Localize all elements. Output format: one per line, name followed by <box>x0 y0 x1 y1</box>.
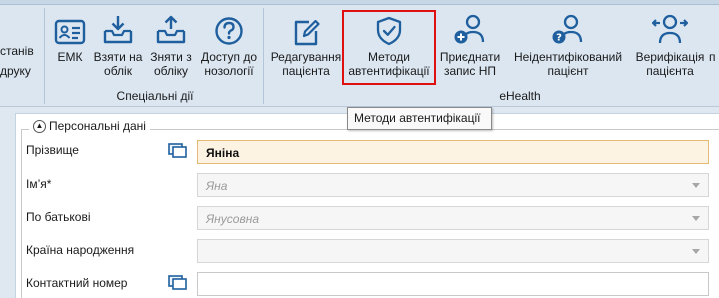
copy-icon <box>168 142 187 161</box>
ribbon-top-border <box>0 0 719 5</box>
chevron-down-icon <box>692 183 700 188</box>
inbox-download-icon <box>102 14 134 46</box>
personal-data-legend[interactable]: ▲ Персональні дані <box>29 119 150 133</box>
birth-country-label: Країна народження <box>26 243 135 257</box>
first-name-label: Ім’я* <box>26 177 52 191</box>
deregister-button[interactable]: Зняти з обліку <box>145 10 197 78</box>
user-arrows-icon <box>652 12 688 46</box>
personal-data-title: Персональні дані <box>49 119 146 133</box>
birth-country-select[interactable] <box>197 239 709 263</box>
contact-number-label: Контактний номер <box>26 276 128 290</box>
group-label-special: Спеціальні дії <box>116 89 194 103</box>
deregister-button-label: Зняти з обліку <box>150 50 192 78</box>
nosology-access-button-label: Доступ до нозології <box>200 50 258 78</box>
register-button-label: Взяти на облік <box>93 50 143 78</box>
inbox-upload-icon <box>155 14 187 46</box>
highlight-box <box>342 10 436 85</box>
contact-number-input[interactable] <box>197 272 709 296</box>
copy-icon <box>168 274 187 293</box>
verify-patient-button-label: Верифікація пацієнта <box>635 50 705 78</box>
edit-patient-button-label: Редагування пацієнта <box>270 50 342 78</box>
contact-number-copy-button[interactable] <box>168 274 187 293</box>
nosology-access-button[interactable]: Доступ до нозології <box>198 10 260 78</box>
emk-button-label: ЕМК <box>57 50 83 64</box>
edit-patient-button[interactable]: Редагування пацієнта <box>268 10 344 78</box>
svg-text:?: ? <box>556 33 562 44</box>
attach-record-button-label: Приєднати запис НП <box>439 50 501 78</box>
first-name-value: Яна <box>206 179 228 193</box>
patronymic-value: Янусовна <box>206 212 259 226</box>
edit-icon <box>292 16 320 46</box>
user-plus-icon <box>453 12 487 46</box>
ribbon-edge-label-bottom[interactable]: друку <box>0 64 31 78</box>
emk-button[interactable]: ЕМК <box>50 10 90 64</box>
chevron-down-icon <box>692 216 700 221</box>
ribbon-separator <box>263 8 264 104</box>
patronymic-label: По батькові <box>26 210 91 224</box>
next-ribbon-button-partial[interactable]: п <box>709 10 719 64</box>
user-question-icon: ? <box>551 12 585 46</box>
first-name-select[interactable]: Яна <box>197 173 709 197</box>
verify-patient-button[interactable]: Верифікація пацієнта <box>632 10 708 78</box>
ribbon-toolbar: станів друку ЕМК Взяти на облік Зняти з … <box>0 0 719 107</box>
ribbon-separator <box>44 8 45 104</box>
surname-input[interactable]: Яніна <box>197 140 709 164</box>
tooltip: Методи автентифікації <box>347 107 492 130</box>
attach-record-button[interactable]: Приєднати запис НП <box>436 10 504 78</box>
group-label-ehealth: eHealth <box>499 89 541 103</box>
question-circle-icon <box>214 16 244 46</box>
patronymic-select[interactable]: Янусовна <box>197 206 709 230</box>
unidentified-patient-button[interactable]: ? Неідентифікований пацієнт <box>506 10 630 78</box>
ribbon-edge-label-top[interactable]: станів <box>0 44 34 58</box>
register-button[interactable]: Взяти на облік <box>92 10 144 78</box>
next-ribbon-button-label: п <box>709 50 716 64</box>
chevron-down-icon <box>692 249 700 254</box>
unidentified-patient-button-label: Неідентифікований пацієнт <box>513 50 623 78</box>
collapse-up-icon[interactable]: ▲ <box>33 119 46 133</box>
surname-copy-button[interactable] <box>168 142 187 161</box>
id-card-icon <box>54 18 86 46</box>
surname-label: Прізвище <box>26 143 79 157</box>
